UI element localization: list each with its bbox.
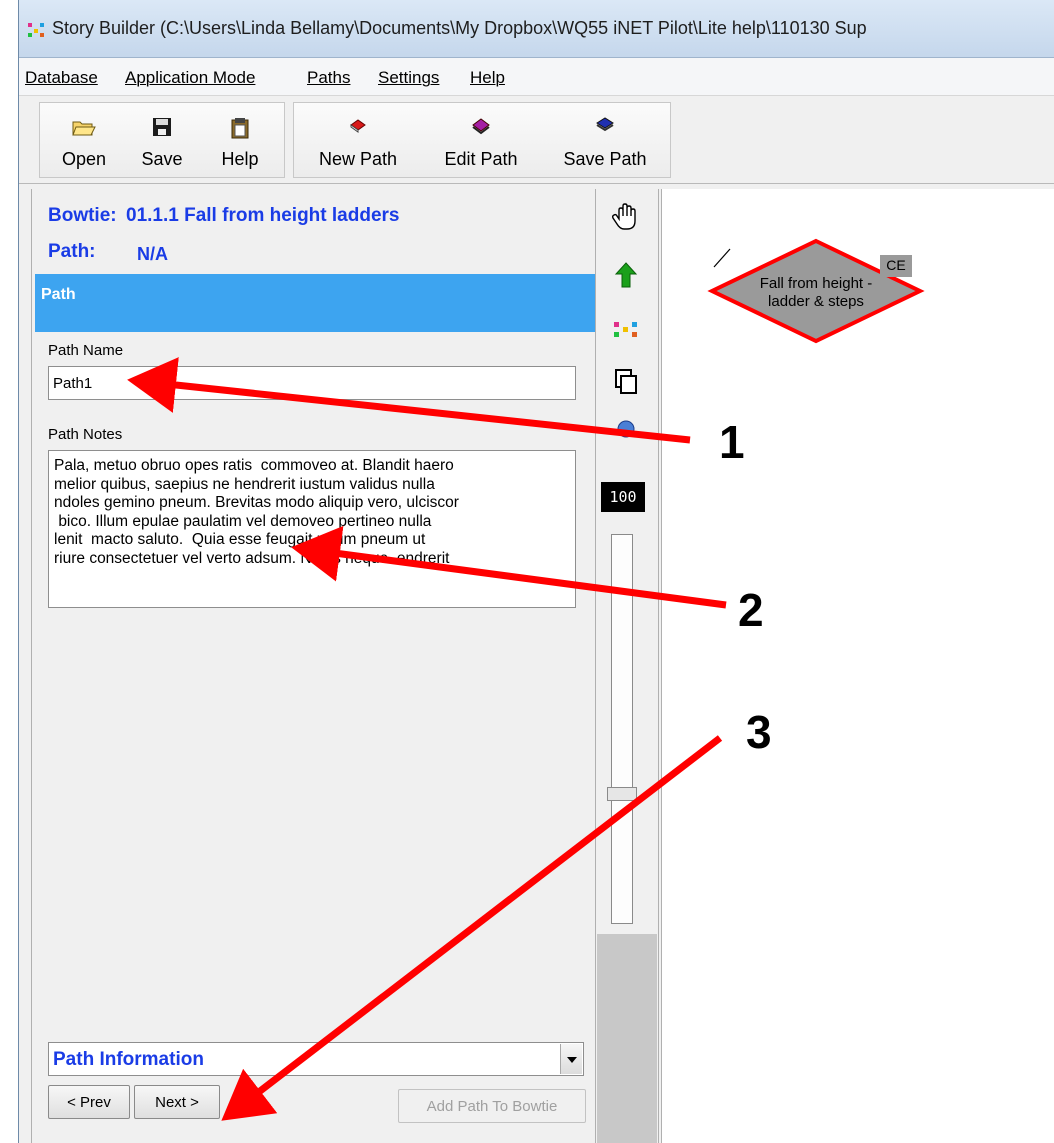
ce-badge: CE	[880, 255, 912, 277]
save-path-label: Save Path	[563, 149, 647, 169]
up-arrow-icon[interactable]	[610, 259, 642, 291]
path-name-label: Path Name	[48, 342, 124, 359]
path-toolbar-group: New Path Edit Path Save Path	[293, 102, 671, 178]
event-node-line2: ladder & steps	[768, 293, 864, 310]
floppy-disk-icon	[152, 117, 172, 142]
path-value: N/A	[137, 244, 168, 264]
menu-bar: Database Application Mode Paths Settings…	[19, 58, 1054, 96]
globe-icon[interactable]	[610, 413, 642, 445]
app-window: Story Builder (C:\Users\Linda Bellamy\Do…	[18, 0, 1054, 1143]
copy-icon[interactable]	[610, 365, 642, 397]
title-bar: Story Builder (C:\Users\Linda Bellamy\Do…	[19, 0, 1054, 58]
zoom-level: 100	[601, 482, 645, 512]
path-notes-textarea[interactable]: Pala, metuo obruo opes ratis commoveo at…	[48, 450, 576, 608]
path-section-header: Path	[35, 274, 601, 332]
menu-help[interactable]: Help	[470, 68, 505, 88]
menu-settings[interactable]: Settings	[378, 68, 439, 88]
event-node-line1: Fall from height -	[759, 275, 873, 292]
save-label: Save	[141, 149, 183, 169]
toolbar: Open Save Help New Path Edit Path Save P…	[19, 96, 1054, 184]
open-folder-icon	[72, 117, 96, 142]
edit-path-button[interactable]: Edit Path	[420, 103, 542, 179]
callout-number-1: 1	[719, 416, 745, 468]
diagram-canvas[interactable]: Fall from height - ladder & steps CE	[661, 189, 1054, 1143]
bowtie-label: Bowtie:	[48, 205, 117, 226]
tool-sidebar: 100	[595, 189, 659, 1143]
app-icon	[27, 21, 47, 39]
path-information-select[interactable]: Path Information	[48, 1042, 584, 1076]
add-path-to-bowtie-button[interactable]: Add Path To Bowtie	[398, 1089, 586, 1123]
books-icon	[471, 117, 491, 140]
save-path-button[interactable]: Save Path	[542, 103, 668, 179]
save-button[interactable]: Save	[124, 103, 200, 179]
window-title: Story Builder (C:\Users\Linda Bellamy\Do…	[52, 18, 867, 38]
multicolor-icon[interactable]	[610, 313, 642, 345]
zoom-slider-thumb[interactable]	[607, 787, 637, 801]
path-editor-panel: Bowtie: 01.1.1 Fall from height ladders …	[31, 189, 603, 1143]
callout-number-3: 3	[746, 706, 772, 758]
open-button[interactable]: Open	[46, 103, 122, 179]
menu-paths[interactable]: Paths	[307, 68, 350, 88]
menu-application-mode[interactable]: Application Mode	[125, 68, 255, 88]
file-toolbar-group: Open Save Help	[39, 102, 285, 178]
red-book-icon	[349, 117, 367, 138]
path-notes-label: Path Notes	[48, 426, 123, 443]
callout-number-2: 2	[738, 584, 764, 636]
next-button[interactable]: Next >	[134, 1085, 220, 1119]
event-node[interactable]: Fall from height - ladder & steps	[706, 237, 926, 345]
hand-icon[interactable]	[610, 201, 642, 233]
edit-path-label: Edit Path	[444, 149, 518, 169]
open-label: Open	[61, 149, 107, 169]
new-path-button[interactable]: New Path	[294, 103, 422, 179]
new-path-label: New Path	[318, 149, 398, 169]
bowtie-value: 01.1.1 Fall from height ladders	[126, 205, 400, 226]
clipboard-icon	[230, 117, 250, 144]
sidebar-empty-area	[597, 934, 657, 1143]
path-label: Path:	[48, 241, 96, 262]
book-stack-icon	[595, 117, 615, 138]
help-label: Help	[221, 149, 259, 169]
help-button[interactable]: Help	[202, 103, 278, 179]
path-name-input[interactable]	[48, 366, 576, 400]
menu-database[interactable]: Database	[25, 68, 98, 88]
chevron-down-icon	[567, 1057, 577, 1063]
dropdown-button[interactable]	[560, 1044, 582, 1074]
selected-page: Path Information	[53, 1049, 204, 1070]
prev-button[interactable]: < Prev	[48, 1085, 130, 1119]
zoom-slider-track[interactable]	[611, 534, 633, 924]
